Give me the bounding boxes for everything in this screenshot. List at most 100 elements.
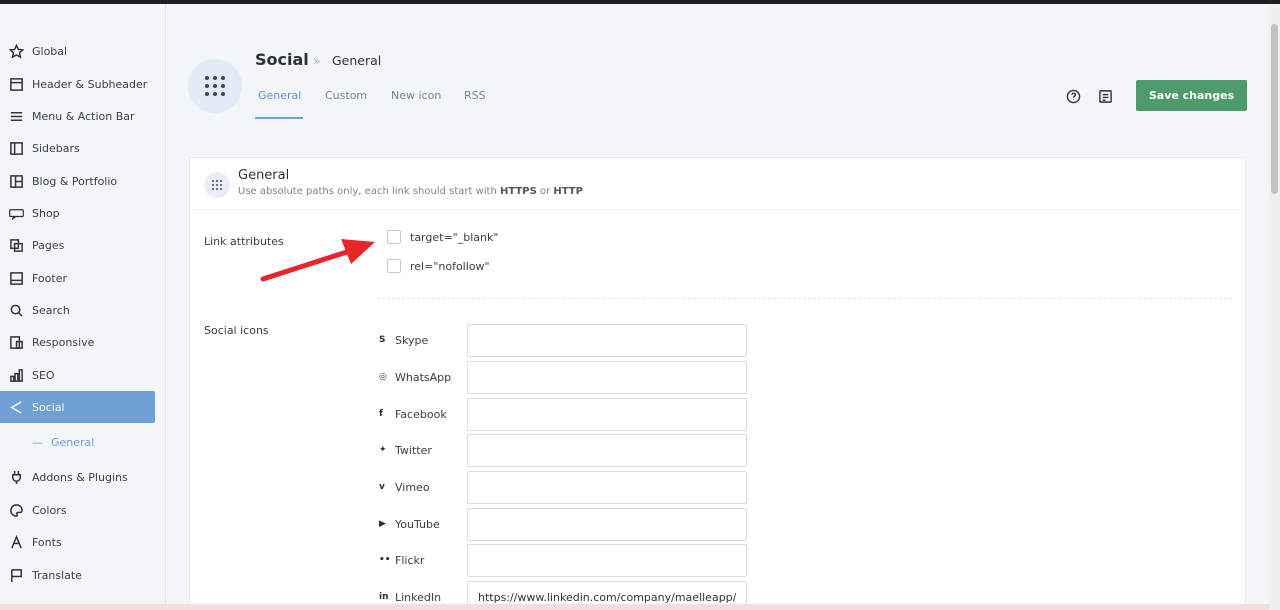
sidebar-item-fonts[interactable]: Fonts (0, 526, 155, 558)
sidebar-item-label: Header & Subheader (32, 77, 148, 91)
target-blank-label: target="_blank" (410, 230, 499, 244)
seo-icon (0, 368, 32, 383)
save-changes-button[interactable]: Save changes (1136, 80, 1247, 111)
youtube-icon: ▶ (379, 519, 386, 529)
sidebar-item-label: Footer (32, 271, 67, 285)
sidebar-subitem-label: General (51, 435, 95, 449)
sidebar-item-shop[interactable]: Shop (0, 197, 155, 229)
layout-icon (0, 174, 32, 189)
pages-icon (0, 238, 32, 253)
facebook-url-input[interactable] (467, 397, 747, 431)
twitter-icon: ✦ (379, 445, 387, 455)
sidebar-item-header[interactable]: Header & Subheader (0, 68, 155, 100)
social-row-skype: S Skype (379, 323, 747, 357)
breadcrumb-separator: » (313, 54, 321, 68)
sidebar-item-global[interactable]: Global (0, 35, 155, 67)
vimeo-icon: v (379, 482, 385, 492)
sidebar-item-label: Search (32, 303, 70, 317)
tab-rss[interactable]: RSS (464, 89, 486, 102)
menu-icon (0, 109, 32, 124)
social-name: WhatsApp (395, 370, 452, 384)
sidebar-item-menu[interactable]: Menu & Action Bar (0, 100, 155, 132)
sidebar-item-pages[interactable]: Pages (0, 229, 155, 261)
sidebar-item-seo[interactable]: SEO (0, 359, 155, 391)
panel-header: General Use absolute paths only, each li… (190, 158, 1245, 210)
sidebar-item-label: Global (32, 44, 68, 58)
social-row-vimeo: v Vimeo (379, 470, 747, 504)
vimeo-url-input[interactable] (467, 470, 747, 504)
sidebar-item-blog[interactable]: Blog & Portfolio (0, 165, 155, 197)
tab-general[interactable]: General (258, 89, 301, 102)
youtube-url-input[interactable] (467, 507, 747, 541)
sidebar-icon (0, 141, 32, 156)
search-icon (0, 303, 32, 318)
general-panel: General Use absolute paths only, each li… (189, 157, 1246, 610)
sidebar-item-label: Sidebars (32, 141, 80, 155)
sidebar-item-label: Responsive (32, 335, 95, 349)
sidebar-item-label: Shop (32, 206, 60, 220)
annotation-arrow-icon (260, 239, 375, 282)
social-name: Facebook (395, 407, 447, 421)
tab-custom[interactable]: Custom (325, 89, 367, 102)
skype-icon: S (379, 335, 386, 345)
section-divider (377, 298, 1232, 299)
linkedin-icon: in (379, 592, 389, 602)
sidebar: Global Header & Subheader Menu & Action … (0, 4, 166, 610)
twitter-url-input[interactable] (467, 433, 747, 467)
sidebar-item-label: Pages (32, 238, 65, 252)
skype-url-input[interactable] (467, 323, 747, 357)
social-row-youtube: ▶ YouTube (379, 507, 747, 541)
bottom-edge-bar (0, 604, 1269, 610)
sidebar-item-social[interactable]: Social (0, 391, 155, 423)
social-row-flickr: •• Flickr (379, 543, 747, 577)
nofollow-checkbox[interactable] (387, 259, 401, 273)
sidebar-item-label: Social (32, 400, 65, 414)
social-name: Vimeo (395, 480, 430, 494)
sidebar-item-search[interactable]: Search (0, 294, 155, 326)
nofollow-label: rel="nofollow" (410, 259, 490, 273)
flickr-url-input[interactable] (467, 543, 747, 577)
scrollbar-thumb[interactable] (1271, 24, 1278, 194)
palette-icon (0, 503, 32, 518)
nofollow-option[interactable]: rel="nofollow" (387, 259, 490, 273)
social-name: Twitter (395, 443, 432, 457)
social-row-twitter: ✦ Twitter (379, 433, 747, 467)
help-icon[interactable] (1064, 87, 1082, 105)
sidebar-item-footer[interactable]: Footer (0, 262, 155, 294)
responsive-icon (0, 335, 32, 350)
social-row-whatsapp: ◎ WhatsApp (379, 360, 747, 394)
sidebar-item-label: Colors (32, 503, 67, 517)
sidebar-item-translate[interactable]: Translate (0, 559, 155, 591)
sidebar-item-label: Fonts (32, 535, 62, 549)
social-name: Skype (395, 333, 429, 347)
sidebar-item-label: Translate (32, 568, 82, 582)
tab-new-icon[interactable]: New icon (391, 89, 441, 102)
sidebar-item-addons[interactable]: Addons & Plugins (0, 461, 155, 493)
flag-icon (0, 568, 32, 583)
sidebar-subitem-general[interactable]: — General (32, 432, 94, 452)
footer-icon (0, 271, 32, 286)
panel-grid-icon (204, 172, 230, 198)
sidebar-item-label: Addons & Plugins (32, 470, 128, 484)
plug-icon (0, 470, 32, 485)
woo-icon (0, 206, 32, 221)
browser-top-bar (0, 0, 1280, 4)
whatsapp-icon: ◎ (379, 372, 387, 382)
panel-title: General (238, 168, 290, 183)
sidebar-item-responsive[interactable]: Responsive (0, 326, 155, 358)
grid-dots-icon (205, 76, 225, 96)
target-blank-checkbox[interactable] (387, 230, 401, 244)
sidebar-item-colors[interactable]: Colors (0, 494, 155, 526)
page-logo (188, 59, 242, 113)
target-blank-option[interactable]: target="_blank" (387, 230, 498, 244)
active-tab-indicator (255, 117, 303, 119)
social-icons-label: Social icons (204, 324, 269, 337)
vertical-scrollbar[interactable] (1269, 4, 1280, 610)
star-icon (0, 43, 32, 59)
notes-icon[interactable] (1096, 87, 1114, 105)
sidebar-item-label: Blog & Portfolio (32, 174, 118, 188)
whatsapp-url-input[interactable] (467, 360, 747, 394)
social-name: Flickr (395, 553, 425, 567)
panel-description: Use absolute paths only, each link shoul… (238, 186, 583, 197)
sidebar-item-sidebars[interactable]: Sidebars (0, 132, 155, 164)
